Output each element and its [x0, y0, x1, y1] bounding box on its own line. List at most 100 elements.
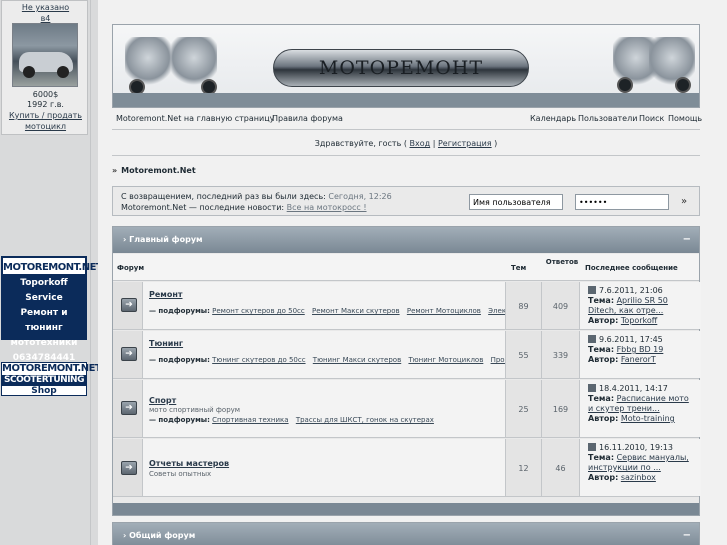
forum-description: Советы опытных [149, 470, 212, 478]
subforums: — подфорумы: Тюнинг скутеров до 50сс Тюн… [149, 355, 523, 366]
subforum-link[interactable]: Ремонт Мотоциклов [407, 307, 481, 315]
last-post-icon[interactable] [588, 286, 596, 294]
motorcycle-link[interactable]: мотоцикл [2, 122, 89, 131]
forum-read-icon[interactable]: ➔ [121, 347, 137, 361]
section-header[interactable]: › Общий форум − [113, 523, 699, 545]
nav-search-link[interactable]: Поиск [639, 114, 664, 123]
last-post: 18.4.2011, 14:17 Тема: Расписание мото и… [588, 384, 692, 424]
topic-label: Тема: [588, 453, 615, 462]
nav-calendar-link[interactable]: Календарь [530, 114, 576, 123]
col-forum: Форум [117, 264, 145, 272]
collapse-icon[interactable]: − [683, 227, 691, 253]
welcome-line: С возвращением, последний раз вы были зд… [121, 192, 392, 201]
last-visit-time: Сегодня, 12:26 [328, 192, 392, 201]
last-post-date: 18.4.2011, 14:17 [599, 384, 668, 393]
col-last-post: Последнее сообщение [585, 264, 678, 272]
section-title: Общий форум [129, 531, 196, 540]
divider [112, 155, 700, 156]
last-author-link[interactable]: FanerorT [621, 355, 656, 364]
top-nav: Motoremont.Net на главную страницу Прави… [112, 111, 702, 130]
topics-count: 12 [518, 464, 529, 473]
buy-sell-link[interactable]: Купить / продать [2, 111, 89, 120]
breadcrumb: » Motoremont.Net [112, 166, 196, 175]
subforum-link[interactable]: Ремонт Макси скутеров [312, 307, 400, 315]
last-topic-link[interactable]: Fbbg BD 19 [617, 345, 664, 354]
username-input[interactable] [469, 194, 563, 210]
nav-users-link[interactable]: Пользователи [578, 114, 637, 123]
last-author-link[interactable]: Moto-training [621, 414, 675, 423]
topic-label: Тема: [588, 394, 615, 403]
col-topics: Тем [511, 264, 527, 272]
scootertuning-ad-banner[interactable]: MOTOREMONT.NET SCOOTERTUNING Shop [1, 362, 102, 396]
answers-count: 339 [552, 351, 569, 360]
logo-text: МОТОРЕМОНТ [318, 57, 484, 79]
classified-title-link[interactable]: Не указано [2, 3, 89, 12]
register-link[interactable]: Регистрация [438, 139, 492, 148]
subforum-link[interactable]: Трассы для ШКСТ, гонок на скутерах [296, 416, 434, 424]
last-post: 9.6.2011, 17:45 Тема: Fbbg BD 19 Автор: … [588, 335, 692, 365]
welcome-text: С возвращением, последний раз вы были зд… [121, 192, 326, 201]
login-panel: С возвращением, последний раз вы были зд… [112, 186, 700, 216]
section-title: Главный форум [129, 235, 203, 244]
subforum-link[interactable]: Ремонт скутеров до 50сс [212, 307, 305, 315]
last-post-icon[interactable] [588, 384, 596, 392]
forum-read-icon[interactable]: ➔ [121, 461, 137, 475]
classified-photo[interactable] [12, 23, 78, 87]
author-label: Автор: [588, 414, 619, 423]
subforum-link[interactable]: Спортивная техника [212, 416, 288, 424]
greeting-text: Здравствуйте, гость ( [314, 139, 407, 148]
last-post-icon[interactable] [588, 335, 596, 343]
nav-rules-link[interactable]: Правила форума [272, 114, 343, 123]
ad-line: Ремонт и тюнинг [20, 308, 68, 333]
answers-count: 46 [555, 464, 566, 473]
subforum-link[interactable]: Тюнинг скутеров до 50сс [212, 356, 305, 364]
toporkoff-ad-banner[interactable]: MOTOREMONT.NET Toporkoff Service Ремонт … [1, 256, 103, 363]
login-submit-icon[interactable]: » [681, 196, 687, 207]
forum-name[interactable]: Отчеты мастеров [149, 459, 229, 468]
forum-row: ➔ Отчеты мастеров Советы опытных 12 46 1… [113, 439, 701, 497]
subforum-link[interactable]: Тюнинг Макси скутеров [313, 356, 401, 364]
site-banner[interactable]: МОТОРЕМОНТ [112, 24, 700, 108]
last-author-link[interactable]: sazinbox [621, 473, 656, 482]
nav-help-link[interactable]: Помощь [668, 114, 702, 123]
nav-home-link[interactable]: Motoremont.Net на главную страницу [116, 114, 274, 123]
ad-site-name: MOTOREMONT.NET [2, 363, 102, 374]
forum-read-icon[interactable]: ➔ [121, 298, 137, 312]
last-author-link[interactable]: Toporkoff [621, 316, 657, 325]
topic-label: Тема: [588, 345, 615, 354]
classified-price: 6000$ [32, 90, 59, 99]
topic-label: Тема: [588, 296, 615, 305]
last-post-icon[interactable] [588, 443, 596, 451]
section-arrow-icon: › [123, 531, 127, 540]
password-input[interactable] [575, 194, 669, 210]
section-header[interactable]: › Главный форум − [113, 227, 699, 253]
forum-name[interactable]: Ремонт [149, 290, 183, 299]
ad-line: мототехники [10, 338, 78, 348]
news-label: Motoremont.Net — последние новости: [121, 203, 285, 212]
breadcrumb-home-link[interactable]: Motoremont.Net [121, 166, 195, 175]
section-arrow-icon: › [123, 235, 127, 244]
classified-model-link[interactable]: в4 [2, 14, 89, 23]
greeting-close: ) [494, 139, 498, 148]
last-post-date: 9.6.2011, 17:45 [599, 335, 663, 344]
forum-section-main: › Главный форум − Форум Тем Ответов Посл… [112, 226, 701, 516]
subforums-label: — подфорумы: [149, 307, 210, 315]
subforum-link[interactable]: Тюнинг Мотоциклов [408, 356, 483, 364]
last-post-date: 16.11.2010, 19:13 [599, 443, 673, 452]
topics-count: 89 [518, 302, 529, 311]
collapse-icon[interactable]: − [683, 523, 691, 545]
forum-read-icon[interactable]: ➔ [121, 401, 137, 415]
forum-name[interactable]: Тюнинг [149, 339, 183, 348]
forum-name[interactable]: Спорт [149, 396, 176, 405]
subforums-label: — подфорумы: [149, 416, 210, 424]
wheel-shape [617, 77, 633, 93]
table-header: Форум Тем Ответов Последнее сообщение [113, 254, 699, 281]
classified-year: 1992 г.в. [27, 100, 64, 109]
login-link[interactable]: Вход [410, 139, 431, 148]
news-link[interactable]: Все на мотокросс ! [287, 203, 367, 212]
answers-count: 409 [552, 302, 569, 311]
greeting-sep: | [432, 139, 436, 148]
author-label: Автор: [588, 316, 619, 325]
forum-description: мото спортивный форум [149, 406, 241, 414]
greeting: Здравствуйте, гость ( Вход | Регистрация… [112, 139, 700, 156]
